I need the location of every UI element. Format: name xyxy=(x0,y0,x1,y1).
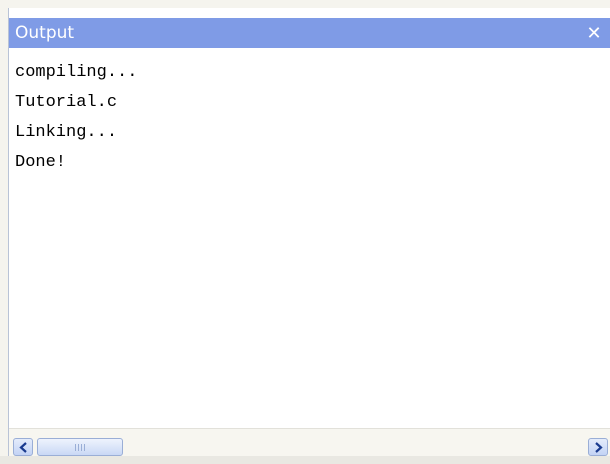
output-text-area[interactable]: compiling... Tutorial.c Linking... Done! xyxy=(9,48,610,428)
chevron-right-icon xyxy=(595,442,603,453)
scroll-right-button[interactable] xyxy=(588,438,608,456)
scroll-left-button[interactable] xyxy=(13,438,33,456)
grip-icon xyxy=(75,444,85,451)
output-line: Linking... xyxy=(15,123,118,142)
output-line: Tutorial.c xyxy=(15,93,118,112)
scrollbar-thumb[interactable] xyxy=(37,438,123,456)
chevron-left-icon xyxy=(19,442,27,453)
output-panel: Output ✕ compiling... Tutorial.c Linking… xyxy=(8,8,610,464)
close-icon[interactable]: ✕ xyxy=(584,22,604,44)
panel-title: Output xyxy=(15,23,75,43)
window-bottom-edge xyxy=(0,456,610,464)
output-line: Done! xyxy=(15,153,67,172)
panel-titlebar: Output ✕ xyxy=(9,18,610,48)
output-line: compiling... xyxy=(15,63,138,82)
